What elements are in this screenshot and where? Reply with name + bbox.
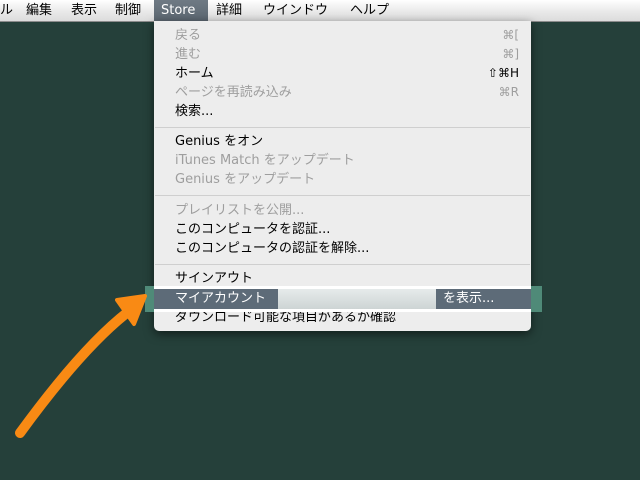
store-dropdown-menu: 戻る ⌘[ 進む ⌘] ホーム ⇧⌘H ページを再読み込み ⌘R 検索... G… [154,21,531,331]
menu-item-authorize[interactable]: このコンピュータを認証... [154,220,531,239]
menu-view[interactable]: 表示 [71,0,97,21]
menu-store[interactable]: Store [154,0,208,21]
menu-item-label: Genius をアップデート [175,172,316,187]
menu-bar: ル 編集 表示 制御 Store 詳細 ウインドウ ヘルプ [0,0,640,22]
menu-edit[interactable]: 編集 [26,0,52,21]
menu-item-label: iTunes Match をアップデート [175,153,355,168]
redacted-account-name [278,289,436,309]
menu-item-itunes-match-update[interactable]: iTunes Match をアップデート [154,151,531,170]
menu-item-label: 進む [175,47,202,62]
shortcut-label: ⇧⌘H [487,66,519,80]
menu-item-label: ホーム [175,66,214,81]
menu-item-search[interactable]: 検索... [154,102,531,121]
screen: ル 編集 表示 制御 Store 詳細 ウインドウ ヘルプ 戻る ⌘[ 進む ⌘… [0,0,640,480]
shortcut-label: ⌘] [502,47,519,61]
menu-item-reload[interactable]: ページを再読み込み ⌘R [154,83,531,102]
menu-advanced[interactable]: 詳細 [216,0,242,21]
menu-item-my-account[interactable]: マイアカウント を表示... [154,289,531,309]
menu-separator [155,264,530,265]
menu-item-publish-playlist[interactable]: プレイリストを公開... [154,201,531,220]
menu-item-home[interactable]: ホーム ⇧⌘H [154,64,531,83]
menu-separator [155,127,530,128]
menu-item-label: マイアカウント [175,291,267,306]
menu-file-partial[interactable]: ル [0,0,13,21]
menu-item-genius-update[interactable]: Genius をアップデート [154,170,531,189]
menu-help[interactable]: ヘルプ [350,0,389,21]
menu-item-label-suffix: を表示... [443,291,495,306]
menu-controls[interactable]: 制御 [115,0,141,21]
menu-item-forward[interactable]: 進む ⌘] [154,45,531,64]
menu-item-label: このコンピュータを認証... [175,222,331,237]
menu-item-label: 戻る [175,28,202,43]
shortcut-label: ⌘R [498,85,519,99]
shortcut-label: ⌘[ [502,28,519,42]
menu-item-deauthorize[interactable]: このコンピュータの認証を解除... [154,239,531,258]
menu-item-label: ページを再読み込み [175,85,292,100]
menu-item-label: Genius をオン [175,134,264,149]
menu-window[interactable]: ウインドウ [263,0,328,21]
menu-item-label: このコンピュータの認証を解除... [175,241,370,256]
menu-item-label: プレイリストを公開... [175,203,305,218]
menu-item-genius-on[interactable]: Genius をオン [154,132,531,151]
menu-item-back[interactable]: 戻る ⌘[ [154,26,531,45]
menu-separator [155,195,530,196]
menu-item-label: 検索... [175,104,214,119]
